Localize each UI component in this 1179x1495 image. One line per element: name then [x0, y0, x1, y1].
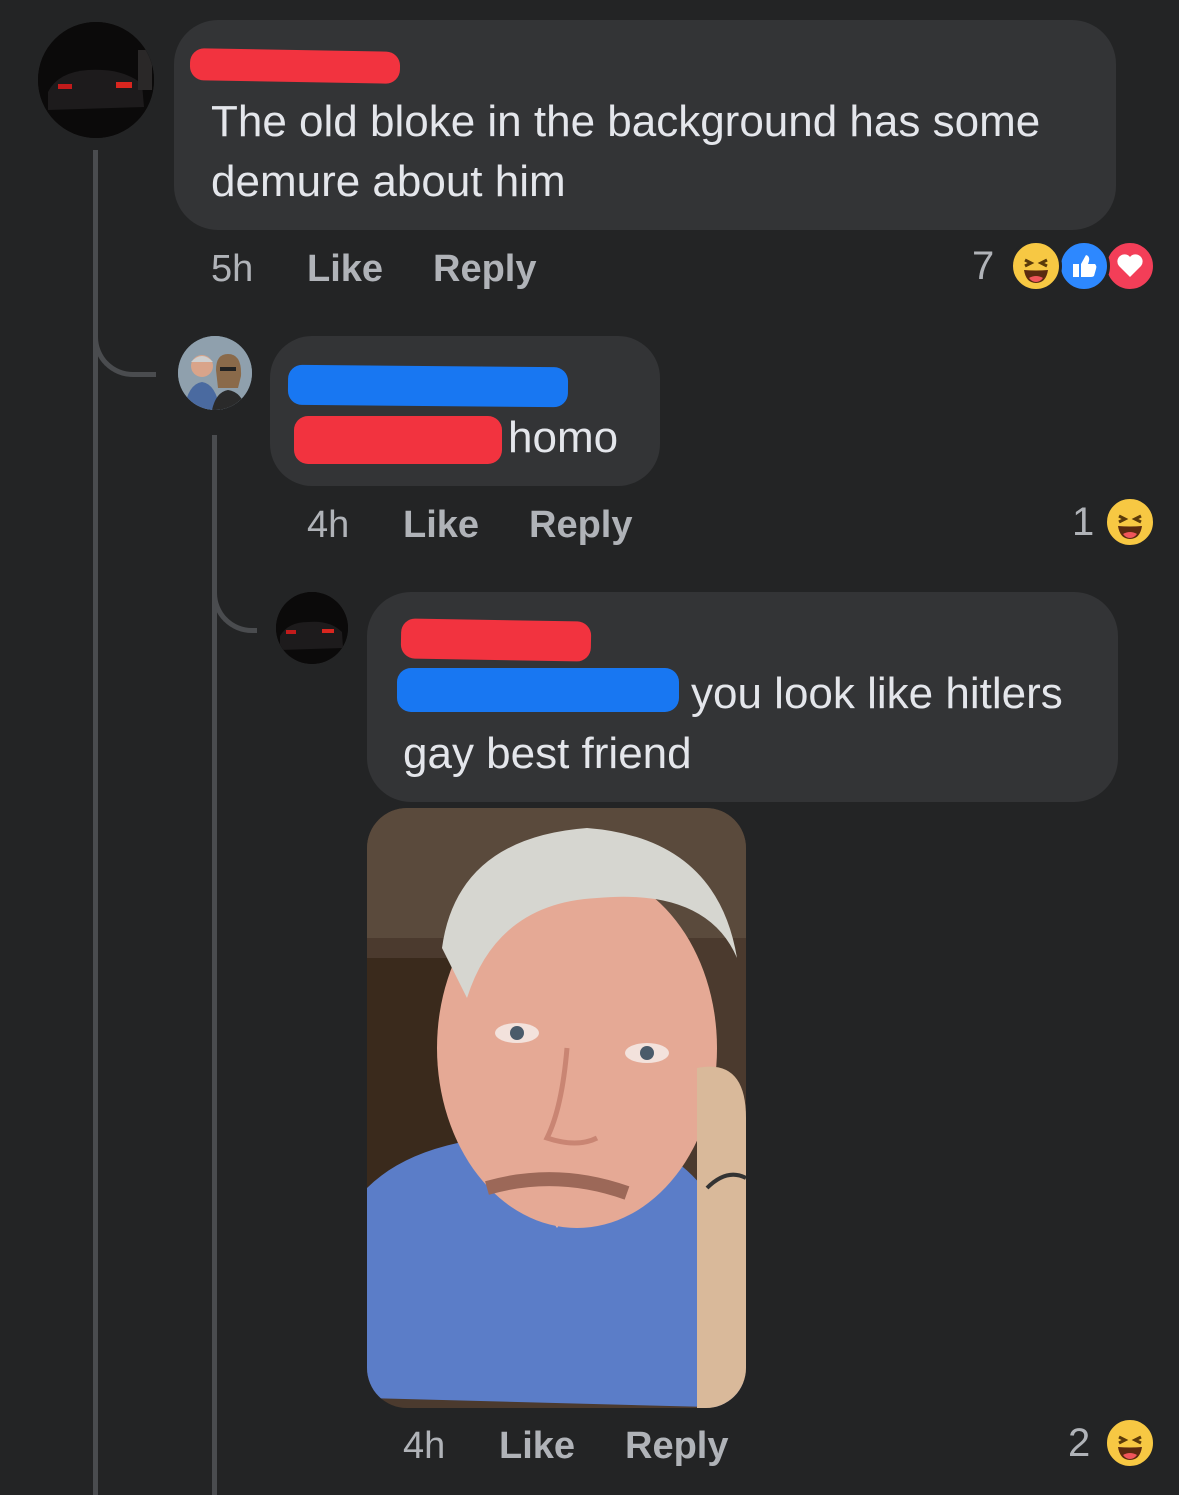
portrait-photo	[367, 808, 746, 1408]
thread-connector-reply-1	[93, 300, 156, 377]
comment-bubble: you look like hitlers gay best friend	[367, 592, 1118, 802]
haha-reaction-icon	[1010, 240, 1062, 292]
comment-text: homo	[508, 413, 619, 462]
like-reaction-icon	[1058, 240, 1110, 292]
comment-timestamp: 4h	[403, 1425, 446, 1467]
avatar[interactable]	[178, 336, 252, 410]
reaction-count[interactable]: 2	[1068, 1421, 1090, 1466]
reply-button[interactable]: Reply	[625, 1425, 728, 1468]
redacted-name	[397, 668, 679, 712]
comment-text-line: gay best friend	[403, 729, 692, 778]
comment-text-line: The old bloke in the background has some	[211, 97, 1041, 146]
haha-reaction-icon	[1104, 1417, 1156, 1469]
car-photo-icon	[38, 22, 154, 138]
thread-connector-reply-2	[212, 560, 257, 633]
comment-timestamp: 5h	[211, 248, 254, 290]
attached-photo[interactable]	[367, 808, 746, 1408]
redacted-name	[189, 48, 401, 84]
like-button[interactable]: Like	[499, 1425, 575, 1468]
redacted-name	[287, 364, 569, 408]
avatar[interactable]	[276, 592, 348, 664]
reply-button[interactable]: Reply	[529, 504, 632, 547]
like-button[interactable]: Like	[403, 504, 479, 547]
haha-reaction-icon	[1104, 496, 1156, 548]
comment-text-line: demure about him	[211, 157, 566, 206]
like-button[interactable]: Like	[307, 248, 383, 291]
couple-photo-icon	[178, 336, 252, 410]
redacted-name	[294, 416, 502, 464]
avatar[interactable]	[38, 22, 154, 138]
comment-bubble: homo	[270, 336, 660, 486]
redacted-name	[400, 618, 592, 662]
reaction-count[interactable]: 1	[1072, 500, 1094, 545]
comment-timestamp: 4h	[307, 504, 350, 546]
car-photo-icon	[276, 592, 348, 664]
comment-text-line: you look like hitlers	[691, 669, 1063, 718]
comment-bubble: The old bloke in the background has some…	[174, 20, 1116, 230]
love-reaction-icon	[1104, 240, 1156, 292]
reaction-count[interactable]: 7	[972, 244, 994, 289]
reply-button[interactable]: Reply	[433, 248, 536, 291]
